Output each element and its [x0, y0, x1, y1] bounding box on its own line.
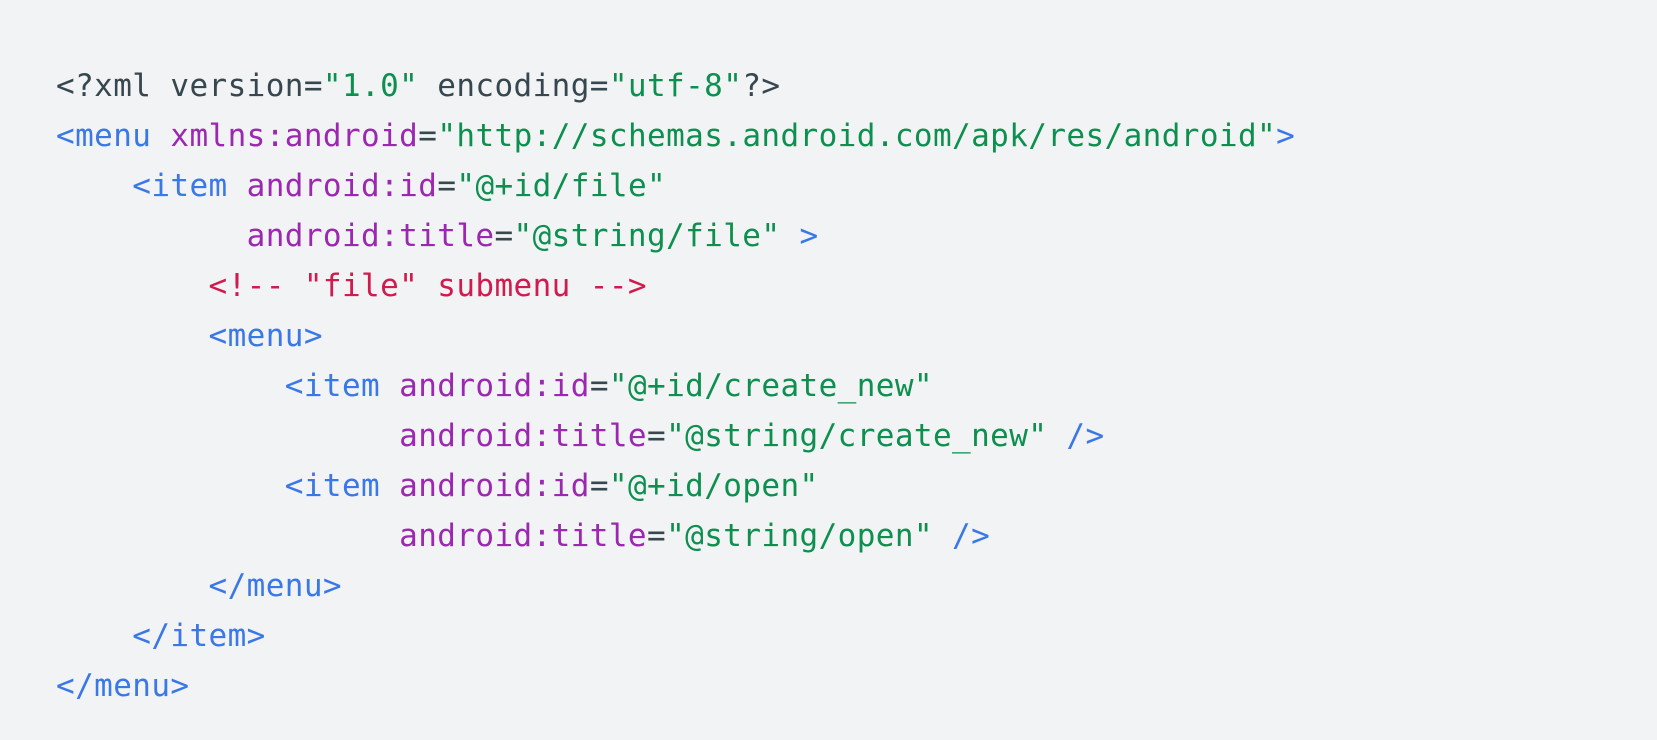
xml-attribute: android:id	[399, 368, 590, 404]
xml-string: "@string/open"	[666, 518, 933, 554]
xml-tag: <item	[284, 368, 381, 404]
xml-punctuation: =	[646, 518, 667, 554]
xml-string: "1.0"	[322, 68, 419, 104]
xml-punctuation: ?>	[742, 68, 781, 104]
xml-punctuation: =	[418, 118, 438, 154]
xml-tag: <item	[284, 468, 381, 504]
xml-tag: />	[1066, 418, 1105, 454]
code-line: </item>	[56, 611, 1657, 661]
xml-punctuation	[56, 268, 209, 304]
xml-punctuation	[228, 168, 247, 204]
code-line: </menu>	[56, 661, 1657, 711]
xml-punctuation	[56, 618, 132, 654]
xml-punctuation: =	[589, 368, 609, 404]
code-line: android:title="@string/file" >	[56, 211, 1657, 261]
xml-tag: </menu>	[56, 668, 190, 704]
xml-tag: >	[799, 218, 819, 254]
xml-punctuation	[780, 218, 799, 254]
xml-punctuation	[56, 368, 285, 404]
xml-tag: <menu	[56, 118, 152, 154]
code-line: android:title="@string/create_new" />	[56, 411, 1657, 461]
xml-punctuation	[380, 468, 399, 504]
xml-punctuation: =	[437, 168, 457, 204]
xml-punctuation	[151, 118, 170, 154]
xml-punctuation	[380, 368, 399, 404]
code-line: <item android:id="@+id/create_new"	[56, 361, 1657, 411]
xml-string: "@string/file"	[513, 218, 781, 254]
xml-punctuation	[56, 468, 285, 504]
xml-punctuation	[56, 318, 209, 354]
xml-attribute: android:title	[246, 218, 495, 254]
code-line: <item android:id="@+id/open"	[56, 461, 1657, 511]
xml-comment: <!-- "file" submenu -->	[208, 268, 647, 304]
code-block: <?xml version="1.0" encoding="utf-8"?> <m…	[0, 0, 1657, 740]
xml-punctuation: encoding=	[418, 68, 609, 104]
xml-string: "@+id/open"	[608, 468, 819, 504]
xml-string: "http://schemas.android.com/apk/res/andr…	[437, 118, 1277, 154]
xml-punctuation	[56, 568, 209, 604]
xml-punctuation	[56, 218, 247, 254]
xml-tag: </item>	[132, 618, 266, 654]
xml-attribute: android:title	[399, 418, 647, 454]
xml-punctuation	[933, 518, 952, 554]
code-line: <!-- "file" submenu -->	[56, 261, 1657, 311]
xml-punctuation	[56, 518, 399, 554]
xml-tag: />	[952, 518, 991, 554]
code-line: <?xml version="1.0" encoding="utf-8"?>	[56, 61, 1657, 111]
xml-tag: <menu>	[208, 318, 323, 354]
xml-punctuation: =	[589, 468, 609, 504]
code-line: <menu xmlns:android="http://schemas.andr…	[56, 111, 1657, 161]
xml-string: "utf-8"	[608, 68, 743, 104]
xml-tag: </menu>	[208, 568, 342, 604]
xml-string: "@+id/file"	[456, 168, 667, 204]
xml-punctuation	[56, 418, 399, 454]
xml-string: "@+id/create_new"	[608, 368, 933, 404]
code-line: <item android:id="@+id/file"	[56, 161, 1657, 211]
code-line: </menu>	[56, 561, 1657, 611]
xml-string: "@string/create_new"	[666, 418, 1048, 454]
xml-punctuation: <?xml version=	[56, 68, 323, 104]
xml-punctuation	[1047, 418, 1066, 454]
xml-punctuation: =	[494, 218, 514, 254]
code-line: <menu>	[56, 311, 1657, 361]
xml-attribute: android:id	[399, 468, 590, 504]
code-line: android:title="@string/open" />	[56, 511, 1657, 561]
xml-attribute: android:title	[399, 518, 647, 554]
xml-punctuation: =	[646, 418, 667, 454]
xml-tag: >	[1276, 118, 1296, 154]
xml-attribute: android:id	[246, 168, 438, 204]
xml-attribute: xmlns:android	[170, 118, 419, 154]
xml-tag: <item	[132, 168, 228, 204]
xml-punctuation	[56, 168, 132, 204]
